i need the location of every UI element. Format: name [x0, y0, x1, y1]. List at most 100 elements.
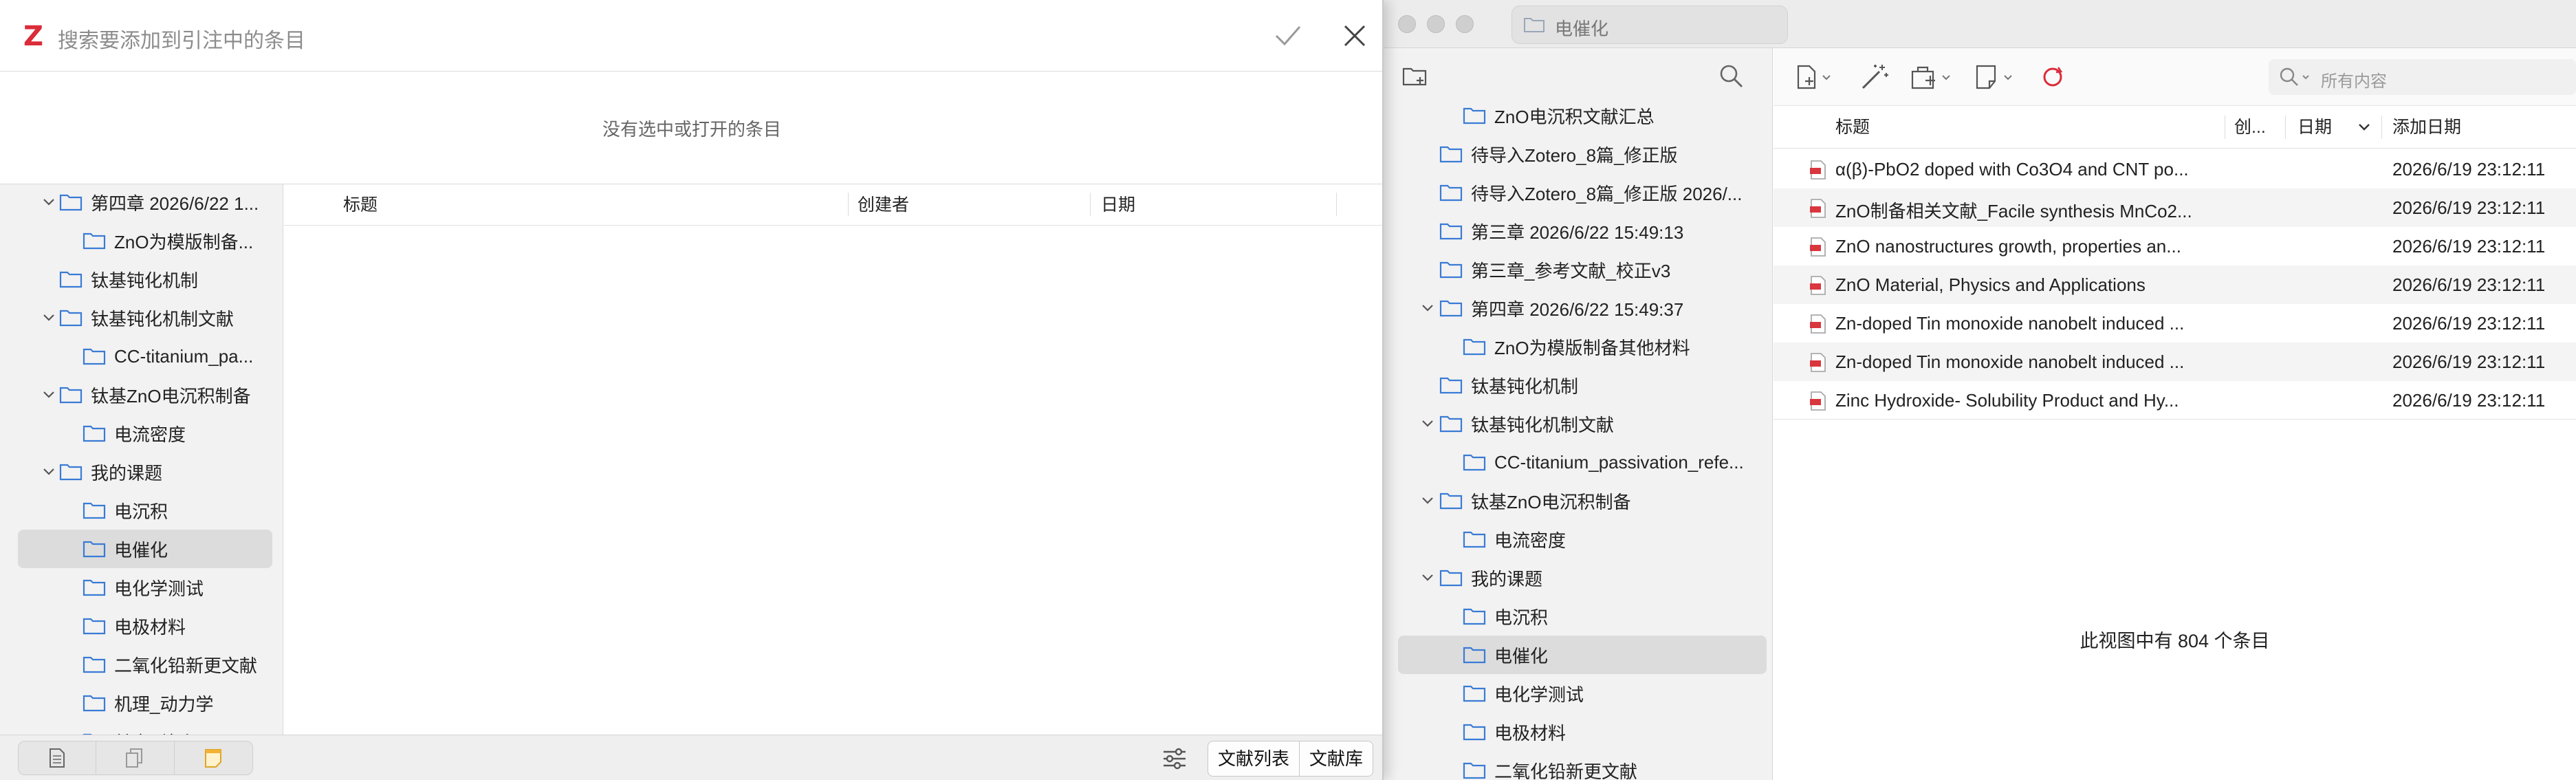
zotero-logo: Z: [23, 21, 44, 52]
zotero-main-window: 电催化 ZnO电沉积文献汇总待导入Zotero_8篇_修正版待导入Zotero_…: [1379, 0, 2576, 780]
collection-label: 钛基ZnO电沉积制备: [1471, 491, 1631, 512]
accept-checkmark-icon[interactable]: [1274, 23, 1302, 48]
collection-item[interactable]: 第三章 2026/6/22 15:49:13: [1439, 212, 1683, 250]
chevron-down-icon[interactable]: [1421, 573, 1434, 583]
collection-item[interactable]: 我的课题: [1422, 559, 1542, 597]
column-date[interactable]: 日期: [2297, 106, 2332, 149]
collection-item[interactable]: 钛基ZnO电沉积制备: [43, 376, 251, 414]
collection-item[interactable]: 电催化: [1398, 636, 1767, 674]
collection-item[interactable]: 电极材料: [83, 607, 186, 645]
column-title[interactable]: 标题: [1835, 106, 1870, 149]
collection-item[interactable]: 电流密度: [83, 414, 186, 453]
collection-label: 待导入Zotero_8篇_修正版: [1471, 144, 1678, 166]
collection-item[interactable]: 第四章 2026/6/22 15:49:37: [1422, 289, 1683, 327]
chevron-down-icon[interactable]: [43, 197, 55, 207]
chevron-down-icon[interactable]: [43, 390, 55, 400]
minimize-window-button[interactable]: [1427, 15, 1445, 33]
window-title-text: 电催化: [1555, 19, 1609, 39]
collection-item[interactable]: 钛基钝化机制: [1439, 366, 1578, 404]
documents-stack-icon: [124, 748, 146, 768]
sync-icon[interactable]: [2040, 63, 2065, 91]
chevron-down-icon[interactable]: [43, 467, 55, 477]
table-row[interactable]: Zn-doped Tin monoxide nanobelt induced .…: [1773, 304, 2576, 343]
collection-item[interactable]: 二氧化铅新更文献: [83, 645, 257, 684]
new-collection-icon[interactable]: [1402, 65, 1430, 88]
collection-item[interactable]: CC-titanium_passivation_refe...: [1463, 443, 1744, 481]
chevron-down-icon[interactable]: [1421, 303, 1434, 313]
items-list: α(β)-PbO2 doped with Co3O4 and CNT po...…: [1773, 149, 2576, 420]
pdf-icon: [1809, 160, 1827, 180]
collection-item[interactable]: 电流密度: [1463, 520, 1566, 559]
folder-icon: [59, 270, 83, 289]
table-row[interactable]: ZnO nanostructures growth, properties an…: [1773, 227, 2576, 266]
magic-wand-icon[interactable]: [1859, 63, 1889, 91]
collection-item[interactable]: 钛基钝化机制文献: [1422, 404, 1614, 443]
collection-label: 钛基钝化机制: [1471, 376, 1579, 397]
close-icon[interactable]: [1341, 22, 1368, 50]
folder-icon: [59, 462, 83, 481]
item-preview-area: 没有选中或打开的条目: [0, 72, 1382, 184]
table-row[interactable]: α(β)-PbO2 doped with Co3O4 and CNT po...…: [1773, 150, 2576, 188]
pdf-icon: [1809, 391, 1827, 411]
settings-sliders-icon[interactable]: [1161, 746, 1188, 771]
collection-item[interactable]: 机理_动力学: [83, 684, 213, 722]
folder-icon: [59, 193, 83, 212]
note-view-button[interactable]: [175, 741, 252, 774]
collection-item[interactable]: ZnO为模版制备其他材料: [1463, 327, 1690, 366]
folder-icon: [59, 385, 83, 404]
folder-icon: [1439, 568, 1463, 587]
zoom-window-button[interactable]: [1456, 15, 1474, 33]
collection-item[interactable]: 二氧化铅新更文献: [1463, 751, 1637, 780]
collection-label: 电流密度: [114, 424, 186, 445]
citation-search-input[interactable]: 搜索要添加到引注中的条目: [58, 23, 305, 54]
collection-item[interactable]: CC-titanium_pa...: [83, 337, 253, 376]
chevron-down-icon[interactable]: [1421, 496, 1434, 506]
collection-item[interactable]: 电化学测试: [83, 568, 204, 607]
collection-item[interactable]: 待导入Zotero_8篇_修正版 2026/...: [1439, 173, 1742, 212]
table-row[interactable]: Zinc Hydroxide- Solubility Product and H…: [1773, 381, 2576, 420]
column-creator[interactable]: 创建者: [858, 184, 909, 226]
items-search-input[interactable]: 所有内容: [2269, 59, 2576, 95]
table-row[interactable]: Zn-doped Tin monoxide nanobelt induced .…: [1773, 343, 2576, 381]
item-date-added: 2026/6/19 23:12:11: [2392, 390, 2546, 411]
collection-item[interactable]: 其它_综合: [83, 722, 195, 735]
collection-item[interactable]: 电沉积: [83, 491, 168, 530]
collection-item[interactable]: 第四章 2026/6/22 1...: [43, 184, 259, 221]
collection-item[interactable]: 钛基ZnO电沉积制备: [1422, 481, 1631, 520]
collection-item[interactable]: ZnO为模版制备...: [83, 221, 253, 260]
library-button[interactable]: 文献库: [1300, 741, 1373, 776]
collection-item[interactable]: 钛基钝化机制: [59, 260, 198, 299]
collection-item[interactable]: 钛基钝化机制文献: [43, 299, 234, 337]
collection-item[interactable]: 电化学测试: [1463, 674, 1584, 713]
table-row[interactable]: ZnO Material, Physics and Applications 20…: [1773, 266, 2576, 304]
collection-label: 钛基钝化机制: [91, 270, 199, 291]
citation-list-button[interactable]: 文献列表: [1208, 741, 1300, 776]
main-collection-pane: ZnO电沉积文献汇总待导入Zotero_8篇_修正版待导入Zotero_8篇_修…: [1379, 48, 1773, 780]
chevron-down-icon[interactable]: [43, 313, 55, 323]
collection-item[interactable]: 电沉积: [1463, 597, 1548, 636]
list-view-button[interactable]: [96, 741, 175, 774]
table-row[interactable]: ZnO制备相关文献_Facile synthesis MnCo2... 2026/…: [1773, 188, 2576, 227]
collection-item[interactable]: 我的课题: [43, 453, 162, 491]
collection-item[interactable]: 电催化: [18, 530, 272, 568]
add-attachment-icon[interactable]: [1910, 63, 1954, 91]
collection-item[interactable]: 电极材料: [1463, 713, 1566, 751]
new-note-icon[interactable]: [1974, 63, 2016, 91]
folder-icon: [83, 231, 106, 250]
note-icon: [204, 748, 223, 768]
new-item-icon[interactable]: [1794, 63, 1833, 91]
column-title[interactable]: 标题: [343, 184, 378, 226]
collection-item[interactable]: 第三章_参考文献_校正v3: [1439, 250, 1670, 289]
collection-label: 其它_综合: [114, 729, 195, 735]
column-creator[interactable]: 创...: [2234, 106, 2266, 149]
column-date[interactable]: 日期: [1101, 184, 1135, 226]
chevron-down-icon[interactable]: [1421, 419, 1434, 429]
collection-item[interactable]: ZnO电沉积文献汇总: [1463, 96, 1655, 135]
folder-icon: [1463, 453, 1486, 472]
column-date-added[interactable]: 添加日期: [2392, 106, 2461, 149]
item-view-button[interactable]: [19, 741, 97, 774]
collection-search-icon[interactable]: [1718, 63, 1745, 89]
collection-label: 电极材料: [114, 616, 186, 638]
collection-item[interactable]: 待导入Zotero_8篇_修正版: [1439, 135, 1678, 173]
close-window-button[interactable]: [1398, 15, 1416, 33]
